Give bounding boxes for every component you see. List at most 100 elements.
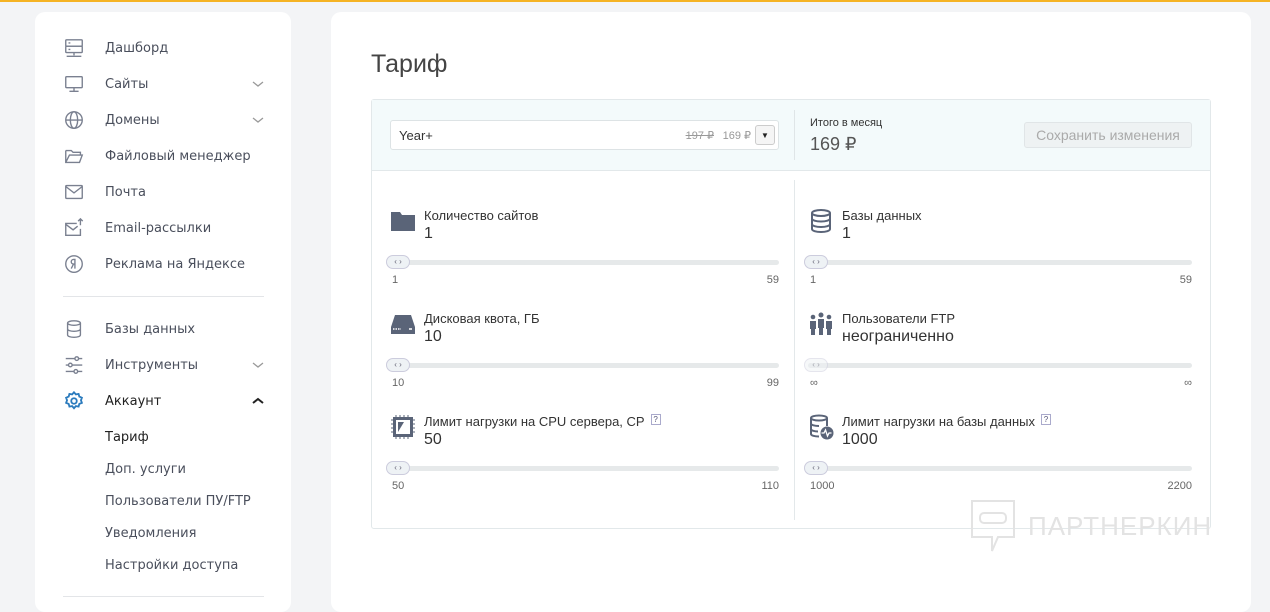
divider — [794, 180, 795, 520]
sidebar-item-mail[interactable]: Почта — [63, 180, 265, 204]
divider — [794, 110, 795, 160]
sidebar-item-email-campaigns[interactable]: Email-рассылки — [63, 216, 265, 240]
users-icon — [810, 312, 832, 335]
database-icon — [811, 209, 831, 234]
dropdown-arrow-icon[interactable]: ▼ — [755, 125, 775, 145]
sidebar-item-databases[interactable]: Базы данных — [63, 317, 265, 341]
sidebar-item-label: Дашборд — [105, 40, 169, 56]
option-4: Пользователи FTP неограниченно ‹ › ∞ ∞ — [804, 311, 1192, 391]
slider-max: 110 — [761, 480, 779, 492]
slider-min: ∞ — [810, 377, 818, 389]
option-value: неограниченно — [842, 328, 954, 345]
option-6: Лимит нагрузки на базы данных? 1000 ‹ › … — [804, 414, 1192, 494]
tariff-header: Year+ 197 ₽ 169 ₽ ▼ Итого в месяц 169 ₽ … — [372, 100, 1210, 171]
plan-select[interactable]: Year+ 197 ₽ 169 ₽ ▼ — [390, 120, 779, 150]
slider-max: ∞ — [1184, 377, 1192, 389]
tariff-panel: Year+ 197 ₽ 169 ₽ ▼ Итого в месяц 169 ₽ … — [371, 99, 1211, 529]
monitor-icon — [65, 75, 83, 93]
old-price: 197 ₽ — [685, 130, 714, 142]
sidebar-item-label: Файловый менеджер — [105, 148, 251, 164]
option-slider[interactable]: ‹ › — [386, 255, 779, 269]
total-label: Итого в месяц — [810, 117, 883, 129]
option-1: Количество сайтов 1 ‹ › 1 59 — [386, 208, 779, 288]
sidebar-item-file-manager[interactable]: Файловый менеджер — [63, 144, 265, 168]
chevron-up-icon[interactable] — [251, 394, 265, 408]
sidebar-subitem-tariff[interactable]: Тариф — [105, 430, 149, 445]
slider-handle[interactable]: ‹ › — [386, 358, 410, 372]
hard-drive-icon — [391, 315, 415, 334]
option-label: Лимит нагрузки на CPU сервера, CP? — [424, 414, 661, 429]
sidebar-item-label: Инструменты — [105, 357, 199, 373]
option-value: 1000 — [842, 431, 878, 448]
sidebar-subitem-access-settings[interactable]: Настройки доступа — [105, 558, 238, 573]
slider-min: 1 — [810, 274, 817, 286]
option-slider[interactable]: ‹ › — [804, 461, 1192, 475]
option-slider[interactable]: ‹ › — [804, 255, 1192, 269]
save-button[interactable]: Сохранить изменения — [1024, 122, 1192, 148]
database-icon — [66, 320, 82, 338]
sidebar: Дашборд Сайты Домены Файловый менеджер П… — [35, 12, 291, 612]
help-icon[interactable]: ? — [1041, 414, 1052, 425]
option-label: Лимит нагрузки на базы данных? — [842, 414, 1052, 429]
option-slider[interactable]: ‹ › — [386, 461, 779, 475]
divider — [63, 296, 264, 297]
option-value: 10 — [424, 328, 442, 345]
watermark-logo: ПАРТНЕРКИН — [968, 499, 1212, 553]
yandex-icon — [65, 255, 83, 273]
chevron-down-icon[interactable] — [251, 77, 265, 91]
option-label: Пользователи FTP — [842, 311, 956, 326]
sidebar-item-sites[interactable]: Сайты — [63, 72, 265, 96]
sidebar-item-label: Почта — [105, 184, 146, 200]
option-value: 1 — [842, 225, 851, 242]
sidebar-item-label: Реклама на Яндексе — [105, 256, 245, 272]
new-price: 169 ₽ — [722, 130, 751, 142]
sidebar-subitem-notifications[interactable]: Уведомления — [105, 526, 196, 541]
chevron-down-icon[interactable] — [251, 358, 265, 372]
database-load-icon — [810, 414, 834, 440]
sidebar-item-label: Домены — [105, 112, 160, 128]
slider-min: 50 — [392, 480, 405, 492]
slider-max: 59 — [766, 274, 779, 286]
sidebar-item-label: Базы данных — [105, 321, 196, 337]
option-label: Количество сайтов — [424, 208, 539, 223]
option-value: 1 — [424, 225, 433, 242]
sidebar-item-domains[interactable]: Домены — [63, 108, 265, 132]
option-slider[interactable]: ‹ › — [386, 358, 779, 372]
slider-max: 59 — [1179, 274, 1192, 286]
option-5: Лимит нагрузки на CPU сервера, CP? 50 ‹ … — [386, 414, 779, 494]
sidebar-item-yandex-ads[interactable]: Реклама на Яндексе — [63, 252, 265, 276]
main-content: Тариф Year+ 197 ₽ 169 ₽ ▼ Итого в месяц … — [331, 12, 1251, 612]
sliders-icon — [65, 356, 83, 374]
option-slider[interactable]: ‹ › — [804, 358, 1192, 372]
option-2: Базы данных 1 ‹ › 1 59 — [804, 208, 1192, 288]
cpu-icon — [391, 415, 415, 439]
slider-handle[interactable]: ‹ › — [804, 255, 828, 269]
folder-icon — [65, 149, 84, 164]
mail-icon — [65, 184, 83, 200]
mail-send-icon — [65, 217, 84, 237]
total-value: 169 ₽ — [810, 134, 857, 154]
option-value: 50 — [424, 431, 442, 448]
help-icon[interactable]: ? — [650, 414, 661, 425]
sidebar-subitem-ftp-users[interactable]: Пользователи ПУ/FTP — [105, 494, 251, 509]
plan-name: Year+ — [399, 128, 433, 143]
sidebar-item-dashboard[interactable]: Дашборд — [63, 36, 265, 60]
slider-max: 99 — [766, 377, 779, 389]
option-label: Базы данных — [842, 208, 922, 223]
slider-min: 1 — [392, 274, 399, 286]
sidebar-item-label: Сайты — [105, 76, 149, 92]
slider-handle[interactable]: ‹ › — [804, 358, 828, 372]
slider-max: 2200 — [1167, 480, 1192, 492]
sidebar-item-account[interactable]: Аккаунт — [63, 389, 265, 413]
slider-handle[interactable]: ‹ › — [386, 461, 410, 475]
sidebar-item-label: Email-рассылки — [105, 220, 212, 236]
slider-handle[interactable]: ‹ › — [386, 255, 410, 269]
divider — [63, 596, 264, 597]
slider-handle[interactable]: ‹ › — [804, 461, 828, 475]
sidebar-subitem-extra-services[interactable]: Доп. услуги — [105, 462, 186, 477]
chevron-down-icon[interactable] — [251, 113, 265, 127]
folder-icon — [391, 212, 415, 231]
slider-min: 1000 — [810, 480, 835, 492]
sidebar-item-tools[interactable]: Инструменты — [63, 353, 265, 377]
globe-icon — [65, 111, 83, 129]
